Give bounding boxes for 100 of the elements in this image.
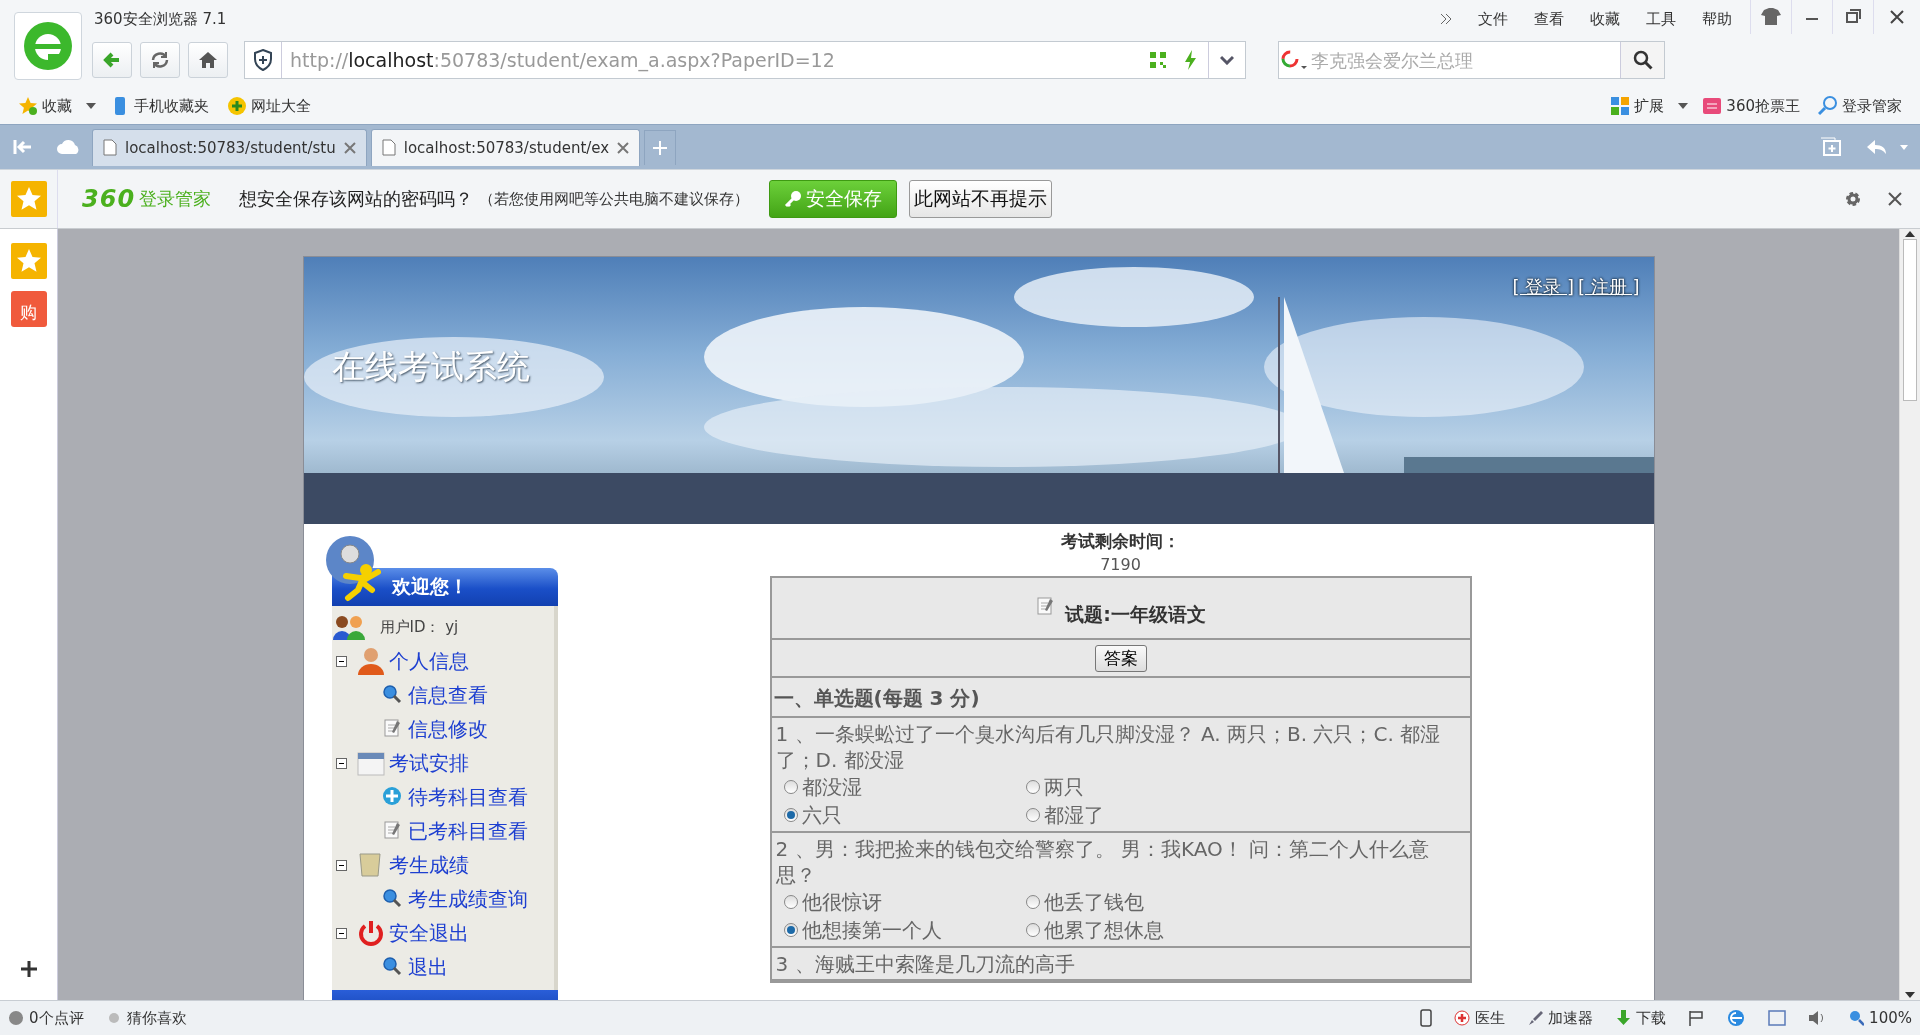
magnifier-icon [381,684,404,706]
submenu-item[interactable]: 考生成绩查询 [407,885,528,913]
search-input[interactable]: 李克强会爱尔兰总理 [1309,48,1620,72]
answer-button[interactable]: 答案 [1094,644,1147,672]
sidebar-toggle-icon[interactable] [13,138,33,156]
menu-item[interactable]: 工具 [1646,9,1676,29]
bookmark-item[interactable]: 网址大全 [223,96,315,116]
user-id-text: 用户ID： yj [379,617,459,637]
key-icon [784,190,803,208]
close-icon[interactable] [343,141,356,154]
search-icon [1632,50,1653,70]
menu-item[interactable]: 收藏 [1590,9,1620,29]
menu-item[interactable]: 文件 [1478,9,1508,29]
star-icon [18,96,38,116]
e-logo-icon [21,19,75,73]
status-item[interactable]: 0个点评 [8,1008,84,1028]
plus-icon[interactable] [19,960,38,978]
download-arrow-icon [1615,1009,1632,1027]
answer-option[interactable]: 他丢了钱包 [1025,888,1466,916]
submenu-item[interactable]: 已考科目查看 [407,817,528,845]
submenu-item[interactable]: 信息查看 [407,681,488,709]
status-item[interactable]: 下载 [1615,1008,1667,1028]
timer-value: 7190 [1100,555,1141,574]
bookmark-item[interactable]: 手机收藏夹 [106,96,213,116]
submenu-item[interactable]: 退出 [407,953,448,981]
chevron-icon[interactable] [1440,13,1452,25]
scrollbar-thumb[interactable] [1903,239,1917,401]
flag-icon[interactable] [1688,1010,1705,1026]
status-item[interactable]: 加速器 [1527,1008,1594,1028]
ticket-icon [1702,96,1723,116]
status-item[interactable]: 100% [1848,1009,1912,1027]
window-title: 360安全浏览器 7.1 [94,9,228,29]
toolbar-item[interactable]: 登录管家 [1814,96,1906,116]
answer-option[interactable]: 他累了想休息 [1025,916,1466,944]
answer-option[interactable]: 都没湿 [783,773,1026,801]
comment-bubble-icon [8,1009,24,1027]
section-heading: 一、单选题(每题 3 分) [771,681,1470,718]
submenu-item[interactable]: 待考科目查看 [407,783,528,811]
toolbar-item[interactable]: 扩展 [1606,96,1669,116]
never-ask-button[interactable]: 此网站不再提示 [909,180,1053,218]
menu-item[interactable]: 考生成绩 [388,851,469,879]
browser-tab[interactable]: localhost:50783/student/stu [92,128,367,166]
search-engine-icon[interactable] [1279,49,1309,71]
plus-circle-icon [381,786,404,808]
mobile-icon[interactable] [1420,1009,1433,1027]
close-icon[interactable] [617,141,630,154]
radio-button[interactable] [783,895,798,909]
answer-option[interactable]: 六只 [783,801,1026,829]
home-button[interactable] [188,42,228,78]
page-icon [103,139,117,156]
search-field[interactable]: 李克强会爱尔兰总理 [1278,41,1665,79]
address-bar[interactable]: http://localhost:50783/student/exam_a.aspx?PaperID=12 [244,41,1246,79]
collapse-toggle[interactable] [335,655,347,667]
magnifier-icon [1848,1009,1865,1027]
radio-button[interactable] [1025,808,1040,822]
menu-item[interactable]: 查看 [1534,9,1564,29]
person-icon [356,647,385,675]
settings-icon[interactable] [1844,190,1862,208]
collapse-toggle[interactable] [335,927,347,939]
url-text: http://localhost:50783/student/exam_a.aspx?PaperID=12 [289,49,836,71]
question-text: 1 、一条蜈蚣过了一个臭水沟后有几只脚没湿？ A. 两只；B. 六只；C. 都湿了；D. 都没湿 [775,721,1442,773]
refresh-button[interactable] [140,42,180,78]
status-item[interactable]: 猜你喜欢 [105,1008,187,1028]
prompt-text: 想安全保存该网站的密码吗？ [239,187,474,211]
bookmark-item[interactable]: 收藏 [14,96,76,116]
new-tab-button[interactable] [644,129,677,165]
collapse-toggle[interactable] [335,859,347,871]
answer-option[interactable]: 两只 [1025,773,1466,801]
radio-button[interactable] [783,808,798,822]
radio-button[interactable] [1025,923,1040,937]
toolbar-item[interactable]: 360抢票王 [1698,96,1804,116]
prompt-note: （若您使用网吧等公共电脑不建议保存） [479,189,750,209]
close-icon[interactable] [1888,192,1902,206]
browser-tab[interactable]: localhost:50783/student/ex [370,128,641,166]
radio-button[interactable] [783,780,798,794]
search-button[interactable] [1620,42,1664,78]
submenu-item[interactable]: 信息修改 [407,715,488,743]
radio-button[interactable] [1025,895,1040,909]
collapse-toggle[interactable] [335,757,347,769]
menu-item[interactable]: 帮助 [1702,9,1732,29]
calendar-icon [356,749,385,777]
caret-icon[interactable] [86,103,96,109]
dropdown-chevron-icon[interactable] [1220,55,1234,65]
answer-option[interactable]: 都湿了 [1025,801,1466,829]
menu-item[interactable]: 个人信息 [388,647,469,675]
menu-item[interactable]: 安全退出 [388,919,469,947]
menu-item[interactable]: 考试安排 [388,749,469,777]
answer-option[interactable]: 他想揍第一个人 [783,916,1026,944]
radio-button[interactable] [783,923,798,937]
radio-button[interactable] [1025,780,1040,794]
qr-code-icon[interactable] [1148,50,1168,70]
window-icon[interactable] [1768,1010,1787,1026]
lightning-icon[interactable] [1182,49,1198,71]
magnifier-icon [381,888,404,910]
status-item[interactable]: 医生 [1454,1008,1506,1028]
power-icon [356,919,385,947]
scrollbar[interactable] [1899,229,1920,1000]
answer-option[interactable]: 他很惊讶 [783,888,1026,916]
back-arrow-button[interactable] [92,42,132,78]
caret-icon[interactable] [1678,103,1689,109]
